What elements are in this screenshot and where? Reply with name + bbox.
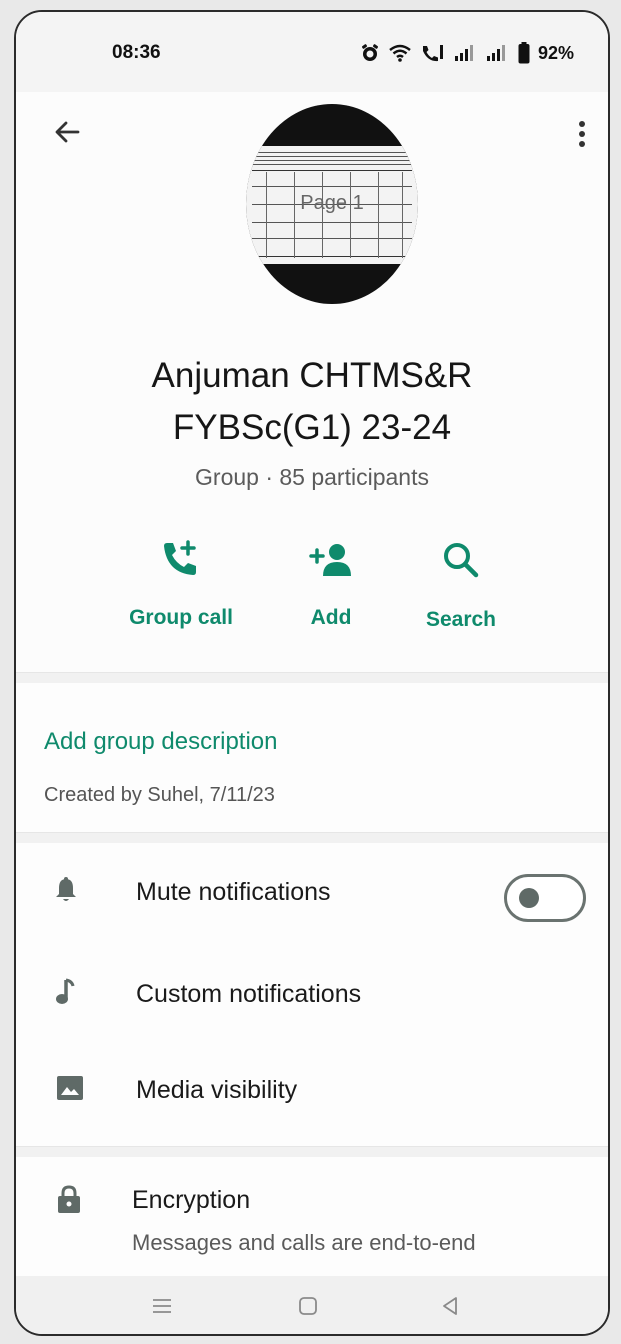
mute-notifications-toggle[interactable]: [504, 874, 586, 922]
home-button[interactable]: [296, 1294, 320, 1318]
system-back-button[interactable]: [438, 1294, 462, 1318]
mute-notifications-row[interactable]: Mute notifications: [16, 844, 608, 940]
back-icon: [443, 1297, 457, 1315]
encryption-label: Encryption: [132, 1186, 251, 1214]
toggle-knob: [519, 888, 539, 908]
add-person-icon: [309, 544, 351, 576]
bell-icon: [56, 877, 76, 901]
group-actions: Group call Add Search: [116, 538, 536, 648]
media-visibility-label: Media visibility: [136, 1076, 298, 1104]
status-icons: 92%: [360, 42, 574, 64]
signal-icon: [486, 44, 510, 62]
more-options-button[interactable]: [570, 114, 594, 154]
add-group-description-link[interactable]: Add group description: [44, 728, 277, 756]
lock-icon: [58, 1185, 80, 1213]
media-visibility-row[interactable]: Media visibility: [16, 1042, 608, 1138]
group-call-label: Group call: [129, 606, 233, 629]
section-divider: [16, 832, 608, 843]
wifi-icon: [388, 43, 412, 63]
group-info-header: Page 1 Anjuman CHTMS&R FYBSc(G1) 23-24 G…: [16, 92, 608, 672]
image-icon: [57, 1076, 83, 1100]
search-button[interactable]: Search: [396, 538, 526, 648]
signal-icon: [454, 44, 478, 62]
more-vertical-icon: [579, 121, 585, 147]
recent-apps-button[interactable]: [150, 1294, 174, 1318]
avatar-page-label: Page 1: [300, 192, 364, 214]
mute-notifications-label: Mute notifications: [136, 878, 331, 906]
group-name-line1: Anjuman CHTMS&R: [151, 356, 473, 395]
description-section: Add group description Created by Suhel, …: [16, 684, 608, 832]
back-button[interactable]: [50, 112, 90, 152]
group-call-button[interactable]: Group call: [116, 538, 246, 648]
arrow-left-icon: [55, 121, 80, 143]
search-icon: [444, 543, 479, 578]
custom-notifications-label: Custom notifications: [136, 980, 362, 1008]
home-icon: [299, 1297, 317, 1315]
music-note-icon: [56, 978, 75, 1004]
battery-percentage: 92%: [537, 42, 574, 63]
section-divider: [16, 672, 608, 683]
custom-notifications-row[interactable]: Custom notifications: [16, 946, 608, 1042]
search-label: Search: [425, 608, 497, 631]
phone-screen: 08:36 92% Page 1 Anjuman CHTMS&R FYBSc(G…: [14, 10, 610, 1336]
alarm-icon: [360, 43, 380, 63]
volte-call-icon: [420, 43, 446, 63]
avatar-document-image: Page 1: [246, 146, 418, 264]
battery-icon: [518, 42, 530, 64]
group-name-line2: FYBSc(G1) 23-24: [172, 408, 452, 447]
group-participants-subtitle: Group · 85 participants: [195, 464, 429, 490]
add-call-icon: [164, 540, 196, 575]
system-navigation-bar: [16, 1276, 608, 1334]
group-avatar[interactable]: Page 1: [246, 104, 418, 304]
status-bar: 08:36 92%: [16, 12, 608, 92]
encryption-row[interactable]: Encryption Messages and calls are end-to…: [16, 1158, 608, 1278]
group-name: Anjuman CHTMS&R FYBSc(G1) 23-24: [16, 350, 608, 454]
created-by-text: Created by Suhel, 7/11/23: [44, 784, 275, 806]
status-time: 08:36: [112, 42, 161, 63]
add-participant-label: Add: [310, 606, 352, 629]
add-participant-button[interactable]: Add: [266, 538, 396, 648]
encryption-description: Messages and calls are end-to-end: [132, 1230, 476, 1255]
section-divider: [16, 1146, 608, 1157]
menu-icon: [153, 1299, 171, 1313]
notification-settings: Mute notifications Custom notifications …: [16, 844, 608, 1144]
